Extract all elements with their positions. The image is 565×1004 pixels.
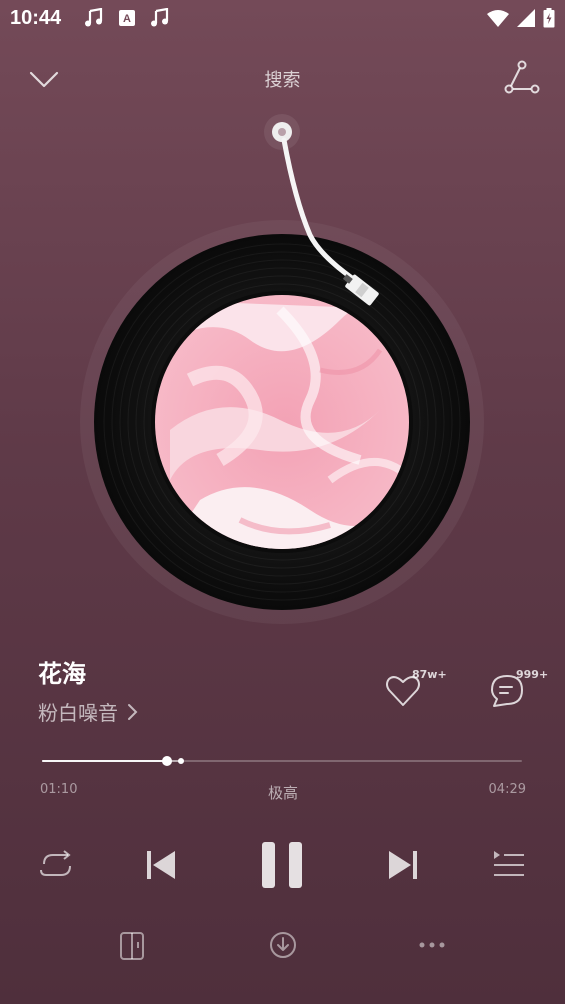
music-note-icon bbox=[151, 8, 169, 27]
buffer-marker bbox=[178, 758, 185, 764]
status-bar: 10:44 A bbox=[0, 0, 565, 38]
repeat-icon[interactable] bbox=[38, 848, 76, 882]
bottom-actions bbox=[0, 924, 565, 968]
more-icon[interactable] bbox=[418, 940, 446, 950]
system-icons bbox=[487, 8, 555, 28]
next-icon[interactable] bbox=[386, 846, 420, 884]
music-note-icon bbox=[85, 8, 103, 27]
tonearm bbox=[264, 114, 379, 306]
search-button[interactable]: 搜索 bbox=[0, 66, 565, 92]
playback-controls bbox=[0, 836, 565, 896]
artist-name: 粉白噪音 bbox=[38, 701, 118, 725]
app-a-icon: A bbox=[119, 10, 135, 26]
battery-icon bbox=[543, 8, 555, 28]
comment-button[interactable]: 999+ bbox=[488, 668, 558, 712]
artist-link[interactable]: 粉白噪音 bbox=[38, 697, 140, 726]
previous-icon[interactable] bbox=[144, 846, 178, 884]
signal-icon bbox=[517, 9, 535, 27]
progress-thumb[interactable] bbox=[161, 756, 172, 766]
like-button[interactable]: 87w+ bbox=[384, 668, 454, 712]
comment-count: 999+ bbox=[516, 668, 549, 681]
song-info: 花海 粉白噪音 bbox=[38, 654, 140, 726]
playlist-icon[interactable] bbox=[490, 848, 526, 882]
quality-button[interactable]: 极高 bbox=[40, 782, 526, 803]
progress-bar[interactable] bbox=[42, 752, 522, 770]
share-icon[interactable] bbox=[504, 60, 540, 96]
device-icon[interactable] bbox=[118, 930, 148, 962]
pause-icon[interactable] bbox=[258, 840, 306, 890]
progress-played bbox=[42, 760, 167, 762]
download-icon[interactable] bbox=[268, 930, 298, 960]
chevron-right-icon bbox=[128, 703, 138, 720]
duration: 04:29 bbox=[488, 782, 526, 797]
player-header: 搜索 bbox=[0, 56, 565, 100]
svg-text:A: A bbox=[123, 13, 131, 25]
status-time: 10:44 bbox=[10, 7, 62, 29]
like-count: 87w+ bbox=[412, 668, 447, 681]
song-title: 花海 bbox=[38, 660, 86, 688]
notification-icons: A bbox=[84, 8, 170, 28]
wifi-icon bbox=[487, 10, 509, 27]
